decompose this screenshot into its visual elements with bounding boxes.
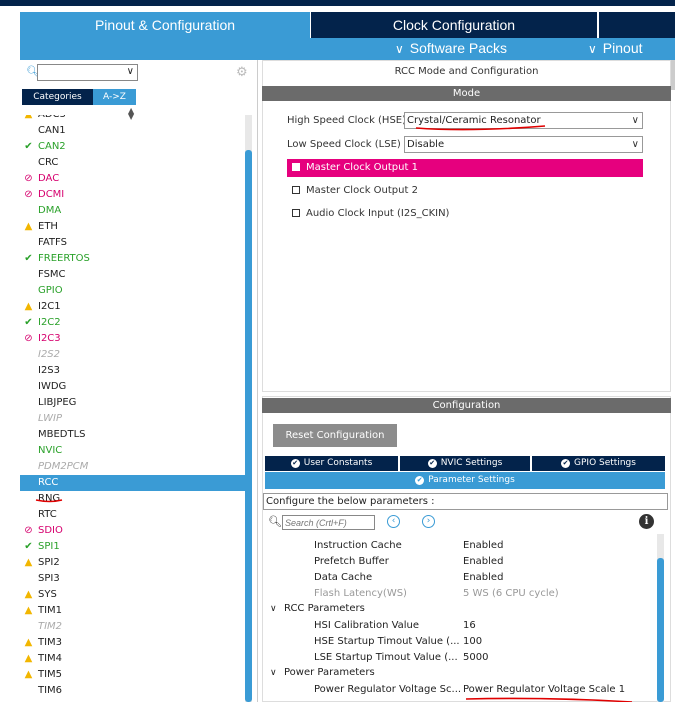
red-underline-annotations xyxy=(35,125,633,702)
power-scale-underline xyxy=(465,697,633,702)
rcc-underline xyxy=(35,499,63,503)
hse-underline xyxy=(415,125,546,131)
